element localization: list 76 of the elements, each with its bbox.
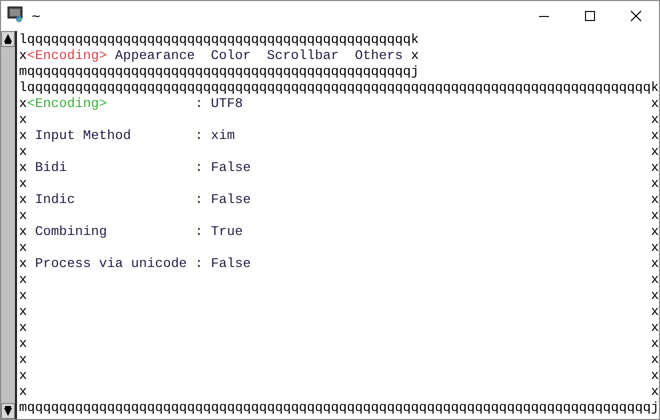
tab[interactable]: Others	[346, 49, 411, 65]
separator-text: :	[194, 129, 203, 145]
box-border-char: x	[19, 145, 27, 161]
setting-label: Process via unicode	[34, 257, 188, 273]
box-border-char: x	[650, 257, 659, 273]
box-border-text: lqqqqqqqqqqqqqqqqqqqqqqqqqqqqqqqqqqqqqqqqqqqqqqqqqqqqqqqqqqqqqqqqqqqqqqqqqqqqqqk	[19, 81, 659, 97]
box-border-char: x	[410, 49, 419, 65]
setting-label: Combining	[34, 225, 108, 241]
box-border-char: x	[650, 321, 659, 337]
box-border-char: x	[650, 161, 659, 177]
box-border-char: x	[19, 353, 27, 369]
box-border-char: x	[650, 369, 659, 385]
box-border-char: x	[19, 49, 27, 65]
close-icon	[630, 10, 642, 22]
scroll-up-button[interactable]	[1, 31, 15, 47]
box-border-char: x	[19, 321, 27, 337]
box-border-char: x	[650, 337, 659, 353]
box-border-char: x	[650, 209, 659, 225]
maximize-icon	[584, 10, 596, 22]
box-border-char: x	[19, 113, 27, 129]
setting-label: Indic	[34, 193, 76, 209]
box-border-text: mqqqqqqqqqqqqqqqqqqqqqqqqqqqqqqqqqqqqqqqqqqqqqqqqj	[19, 65, 419, 81]
tab[interactable]: <Encoding>	[26, 49, 107, 65]
box-border-char: x	[650, 177, 659, 193]
box-border-char: x	[650, 113, 659, 129]
scroll-down-button[interactable]	[1, 403, 15, 419]
box-border-char: x	[650, 385, 659, 401]
setting-label: Input Method	[34, 129, 132, 145]
box-border-char: x	[19, 257, 27, 273]
setting-label: Bidi	[34, 161, 68, 177]
window-title: ~	[31, 9, 42, 23]
monitor-icon	[7, 6, 23, 22]
box-border-char: x	[19, 193, 27, 209]
box-border-char: x	[650, 241, 659, 257]
setting-value: False	[210, 257, 251, 273]
box-border-char: x	[19, 241, 27, 257]
separator-text: :	[194, 97, 203, 113]
box-border-char: x	[19, 177, 27, 193]
separator-text: :	[194, 161, 203, 177]
setting-value: False	[210, 193, 251, 209]
box-border-char: x	[19, 289, 27, 305]
box-border-char: x	[19, 97, 27, 113]
box-border-char: x	[19, 129, 27, 145]
box-border-char: x	[19, 273, 27, 289]
scrollbar[interactable]	[1, 31, 17, 419]
box-border-char: x	[19, 225, 27, 241]
separator-text: :	[194, 225, 203, 241]
separator-text: :	[194, 257, 203, 273]
setting-value: UTF8	[210, 97, 243, 113]
section-heading: <Encoding>	[26, 97, 108, 113]
box-border-char: x	[650, 305, 659, 321]
box-border-char: x	[650, 129, 659, 145]
box-border-char: x	[19, 305, 27, 321]
setting-value: False	[210, 161, 251, 177]
box-border-char: x	[19, 209, 27, 225]
box-border-char: x	[19, 385, 27, 401]
box-border-char: x	[19, 369, 27, 385]
box-border-char: x	[650, 353, 659, 369]
tab[interactable]: Appearance	[106, 49, 203, 65]
separator-text: :	[194, 193, 203, 209]
box-border-char: x	[650, 289, 659, 305]
box-border-char: x	[650, 97, 659, 113]
box-border-char: x	[650, 145, 659, 161]
setting-value: xim	[210, 129, 235, 145]
box-border-char: x	[650, 273, 659, 289]
up-arrow-icon	[3, 33, 13, 45]
box-border-char: x	[650, 225, 659, 241]
box-border-text: lqqqqqqqqqqqqqqqqqqqqqqqqqqqqqqqqqqqqqqqqqqqqqqqqk	[19, 33, 419, 49]
tab[interactable]: Scrollbar	[258, 49, 347, 65]
box-border-char: x	[19, 161, 27, 177]
tab[interactable]: Color	[202, 49, 259, 65]
box-border-char: x	[19, 337, 27, 353]
box-border-text: mqqqqqqqqqqqqqqqqqqqqqqqqqqqqqqqqqqqqqqqqqqqqqqqqqqqqqqqqqqqqqqqqqqqqqqqqqqqqqqj	[19, 401, 659, 417]
box-border-char: x	[650, 193, 659, 209]
down-arrow-icon	[3, 405, 13, 417]
setting-value: True	[210, 225, 243, 241]
